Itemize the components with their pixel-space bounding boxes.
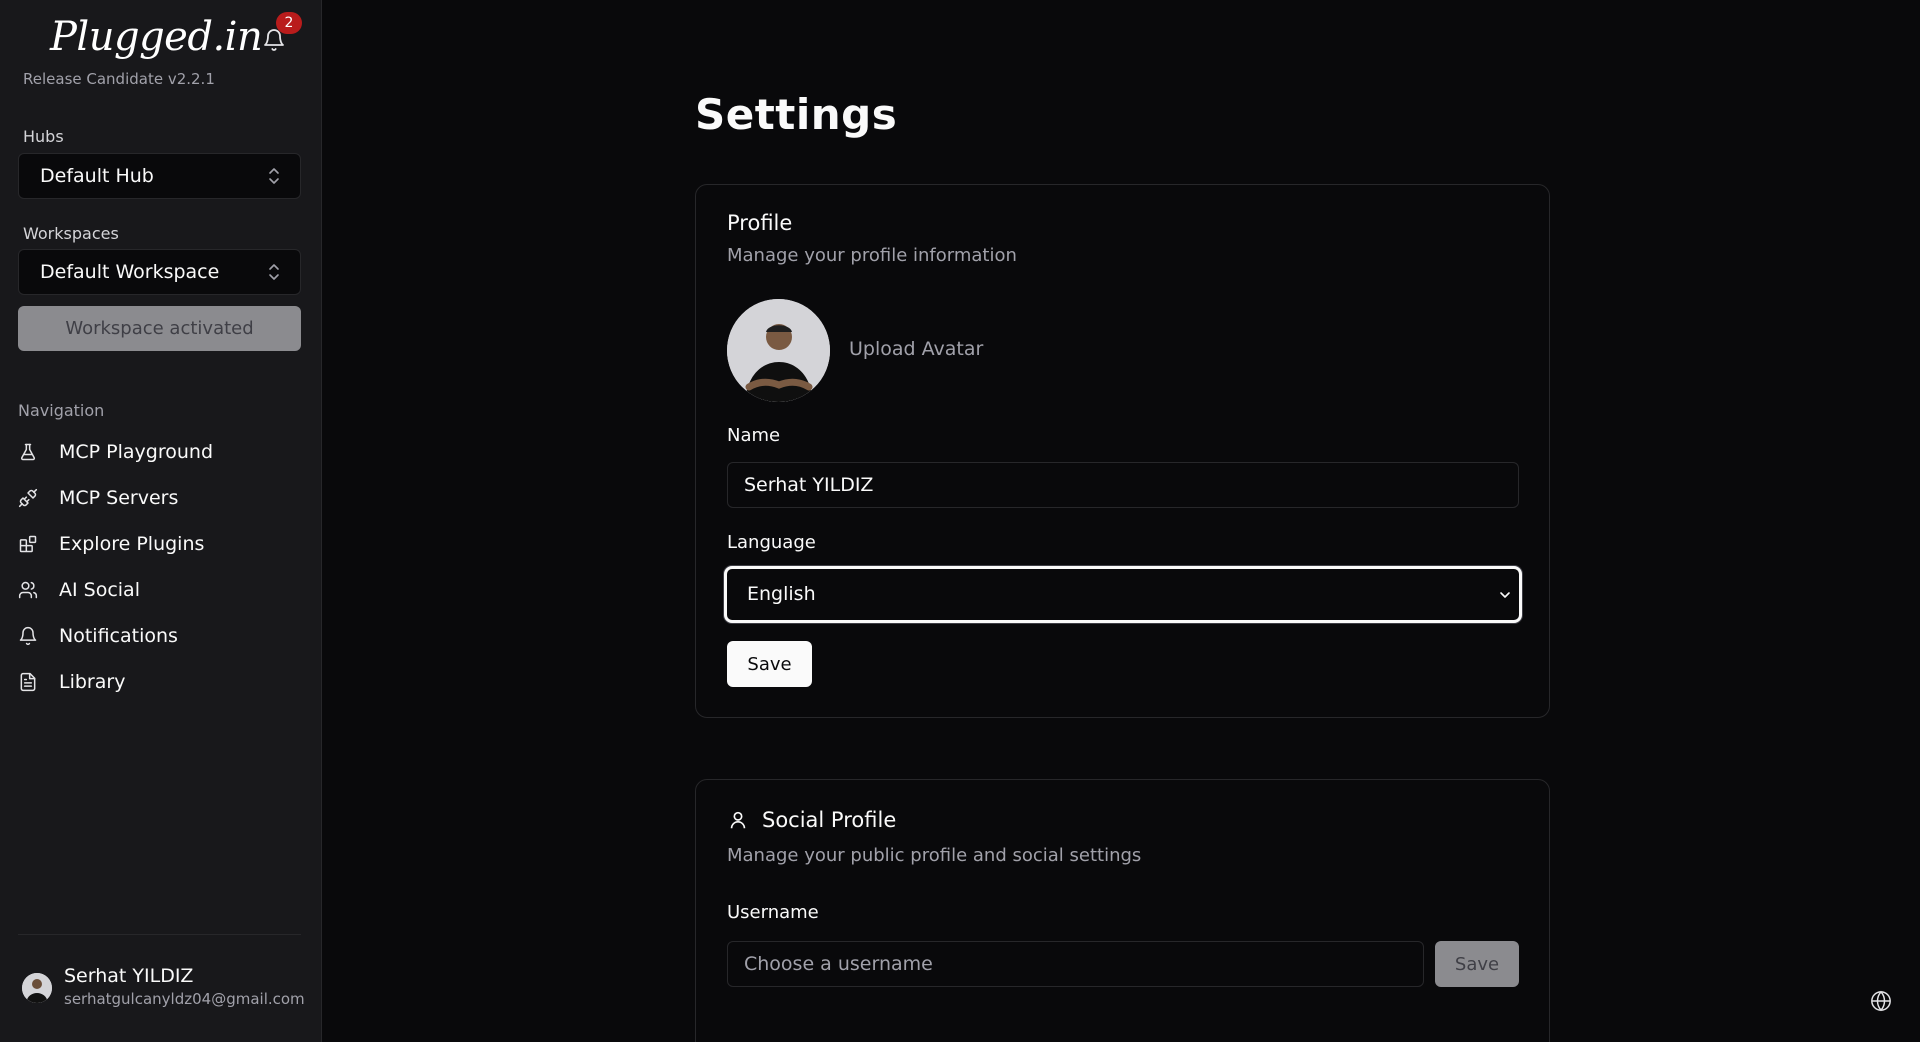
file-icon [20, 672, 36, 692]
profile-card-title: Profile [727, 211, 793, 235]
nav-item-label: Notifications [59, 625, 178, 647]
nav-item-explore-plugins[interactable]: Explore Plugins [18, 525, 308, 563]
chevron-down-icon [1500, 592, 1510, 598]
nav-item-label: Library [59, 671, 126, 693]
bell-icon [19, 626, 37, 646]
version-label: Release Candidate v2.2.1 [23, 70, 215, 88]
social-profile-card: Social Profile Manage your public profil… [695, 779, 1550, 1042]
workspaces-label: Workspaces [23, 224, 119, 243]
nav-item-notifications[interactable]: Notifications [18, 617, 308, 655]
sidebar: Plugged.in 2 Release Candidate v2.2.1 Hu… [0, 0, 322, 1042]
social-profile-description: Manage your public profile and social se… [727, 845, 1142, 866]
sidebar-divider [18, 934, 301, 935]
notification-count-badge: 2 [276, 12, 302, 34]
user-email: serhatgulcanyldz04@gmail.com [64, 990, 305, 1008]
profile-card-description: Manage your profile information [727, 245, 1017, 266]
nav-item-label: Explore Plugins [59, 533, 205, 555]
language-label: Language [727, 532, 816, 553]
language-select-value: English [747, 583, 816, 605]
page-title: Settings [695, 90, 898, 139]
name-label: Name [727, 425, 781, 446]
globe-icon[interactable] [1870, 990, 1892, 1012]
upload-avatar-button[interactable]: Upload Avatar [849, 338, 983, 360]
profile-avatar[interactable] [727, 299, 830, 402]
save-profile-button[interactable]: Save [727, 641, 812, 687]
chevron-updown-icon [269, 168, 279, 184]
nav-item-label: MCP Servers [59, 487, 179, 509]
language-select[interactable]: English [724, 566, 1522, 623]
blocks-icon [19, 535, 37, 553]
nav-item-library[interactable]: Library [18, 663, 308, 701]
workspace-activated-button[interactable]: Workspace activated [18, 306, 301, 351]
nav-item-mcp-servers[interactable]: MCP Servers [18, 479, 308, 517]
users-icon [18, 581, 38, 599]
avatar[interactable] [22, 973, 52, 1003]
flask-icon [20, 443, 36, 461]
hub-select-value: Default Hub [40, 165, 154, 187]
profile-card: Profile Manage your profile information … [695, 184, 1550, 718]
username-input[interactable] [727, 941, 1424, 987]
name-field[interactable] [727, 462, 1519, 508]
nav-item-mcp-playground[interactable]: MCP Playground [18, 433, 308, 471]
hubs-label: Hubs [23, 127, 64, 146]
user-name: Serhat YILDIZ [64, 965, 194, 987]
workspace-select[interactable]: Default Workspace [18, 249, 301, 295]
brand-logo[interactable]: Plugged.in [50, 14, 263, 60]
social-profile-header: Social Profile [727, 808, 896, 832]
social-profile-title: Social Profile [762, 808, 897, 832]
nav-item-label: AI Social [59, 579, 140, 601]
chevron-updown-icon [269, 264, 279, 280]
user-icon [730, 811, 746, 829]
nav-item-ai-social[interactable]: AI Social [18, 571, 308, 609]
hub-select[interactable]: Default Hub [18, 153, 301, 199]
username-label: Username [727, 902, 819, 923]
navigation-label: Navigation [18, 401, 105, 420]
save-username-button[interactable]: Save [1435, 941, 1519, 987]
nav-item-label: MCP Playground [59, 441, 214, 463]
plug-icon [18, 488, 38, 508]
workspace-select-value: Default Workspace [40, 261, 220, 283]
